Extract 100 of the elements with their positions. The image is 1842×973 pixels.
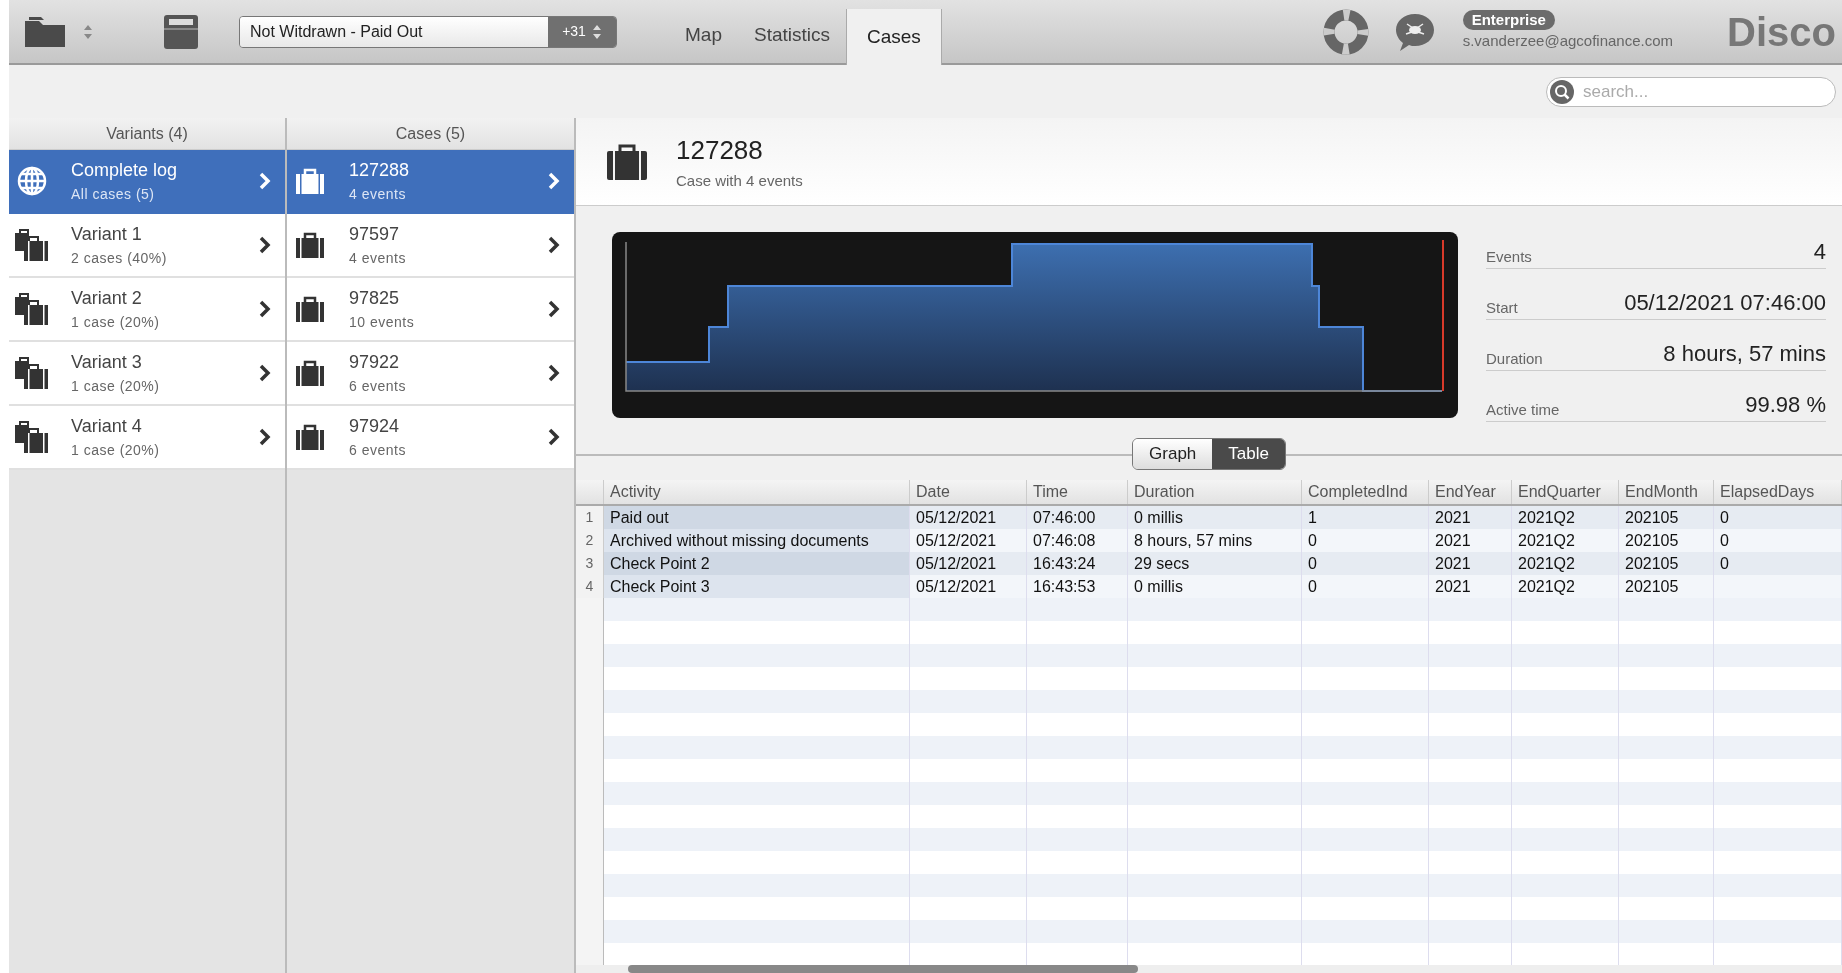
item-title: 97597 [349,223,401,246]
app-logo: Disco [1727,8,1836,56]
item-subtitle: 4 events [349,185,407,204]
column-header[interactable]: EndYear [1429,480,1512,504]
item-title: Variant 3 [71,351,143,374]
item-subtitle: 10 events [349,313,416,332]
scrollbar-thumb[interactable] [628,965,1138,973]
list-item[interactable]: 97597 4 events [287,214,574,278]
table-cell: 07:46:00 [1027,506,1128,529]
item-subtitle: 2 cases (40%) [71,249,168,268]
briefcase-icon [296,296,324,322]
item-title: 127288 [349,159,411,182]
item-subtitle: 6 events [349,441,407,460]
view-tab[interactable]: Cases [846,9,942,65]
table-cell: 2021Q2 [1512,529,1619,552]
table-cell: 29 secs [1128,552,1302,575]
table-cell: 16:43:24 [1027,552,1128,575]
table-cell: 05/12/2021 [910,575,1027,598]
row-number: 4 [576,575,604,598]
table-cell: 0 [1714,552,1842,575]
stacked-briefcases-icon [15,293,49,325]
stat-value: 8 hours, 57 mins [1663,340,1826,368]
item-title: Complete log [71,159,179,182]
briefcase-icon [296,168,324,194]
table-cell: 0 [1714,506,1842,529]
filter-selector[interactable]: Not Witdrawn - Paid Out +31 [239,15,617,48]
table-cell: Check Point 3 [604,575,910,598]
folder-icon[interactable] [23,14,67,49]
user-email: s.vanderzee@agcofinance.com [1462,31,1674,52]
table-cell: 0 [1714,529,1842,552]
item-subtitle: All cases (5) [71,185,156,204]
stat-label: Events [1486,246,1532,267]
table-cell: 2021Q2 [1512,506,1619,529]
table-cell: 202105 [1619,506,1714,529]
stat-value: 4 [1813,238,1826,266]
search-icon [1550,79,1574,104]
column-header[interactable]: Activity [604,480,910,504]
table-cell: 2021 [1429,529,1512,552]
chevron-right-icon [259,236,271,254]
item-title: 97825 [349,287,401,310]
stat-label: Start [1486,297,1518,318]
list-item[interactable]: Variant 3 1 case (20%) [9,342,285,406]
table-cell: 1 [1302,506,1429,529]
drawer-icon[interactable] [161,12,201,51]
list-item[interactable]: Variant 2 1 case (20%) [9,278,285,342]
stacked-briefcases-icon [15,229,49,261]
list-item[interactable]: 127288 4 events [287,150,574,214]
chevron-right-icon [548,300,560,318]
view-tab[interactable]: Map [669,7,738,63]
list-item[interactable]: Complete log All cases (5) [9,150,285,214]
filter-label: Not Witdrawn - Paid Out [240,16,548,47]
item-title: 97924 [349,415,401,438]
panel-heading: Cases (5) [395,124,466,144]
column-header[interactable]: ElapsedDays [1714,480,1842,504]
stat-value: 05/12/2021 07:46:00 [1624,289,1826,317]
item-subtitle: 1 case (20%) [71,377,161,396]
column-header[interactable]: EndQuarter [1512,480,1619,504]
list-item[interactable]: Variant 1 2 cases (40%) [9,214,285,278]
panel-heading: Variants (4) [106,124,188,144]
chevron-right-icon [259,364,271,382]
row-number: 2 [576,529,604,552]
column-header[interactable]: CompletedInd [1302,480,1429,504]
row-number: 1 [576,506,604,529]
table-cell: 202105 [1619,529,1714,552]
stat-value: 99.98 % [1745,391,1826,419]
case-title: 127288 [676,133,764,167]
table-cell: Paid out [604,506,910,529]
item-subtitle: 1 case (20%) [71,441,161,460]
view-toggle-button[interactable]: Table [1212,439,1285,469]
item-subtitle: 4 events [349,249,407,268]
view-toggle-button[interactable]: Graph [1133,439,1213,469]
list-item[interactable]: 97825 10 events [287,278,574,342]
table-cell: 2021Q2 [1512,575,1619,598]
view-tab[interactable]: Statistics [737,7,846,63]
table-cell: 2021 [1429,575,1512,598]
list-item[interactable]: Variant 4 1 case (20%) [9,406,285,470]
item-title: Variant 4 [71,415,143,438]
globe-icon [17,166,47,196]
stacked-briefcases-icon [15,421,49,453]
table-cell: 202105 [1619,575,1714,598]
column-header[interactable]: Date [910,480,1027,504]
list-item[interactable]: 97924 6 events [287,406,574,470]
stacked-briefcases-icon [15,357,49,389]
table-cell: 05/12/2021 [910,529,1027,552]
search-field[interactable]: search... [1546,76,1836,107]
briefcase-icon [606,142,648,181]
chevron-right-icon [548,172,560,190]
item-subtitle: 6 events [349,377,407,396]
stat-label: Active time [1486,399,1560,420]
table-cell: 07:46:08 [1027,529,1128,552]
column-header[interactable]: EndMonth [1619,480,1714,504]
briefcase-icon [296,424,324,450]
briefcase-icon [296,232,324,258]
table-cell: 2021 [1429,506,1512,529]
lifebuoy-icon[interactable] [1322,8,1369,55]
chevron-right-icon [548,364,560,382]
column-header[interactable]: Duration [1128,480,1302,504]
list-item[interactable]: 97922 6 events [287,342,574,406]
column-header[interactable]: Time [1027,480,1128,504]
case-subtitle: Case with 4 events [676,170,803,191]
